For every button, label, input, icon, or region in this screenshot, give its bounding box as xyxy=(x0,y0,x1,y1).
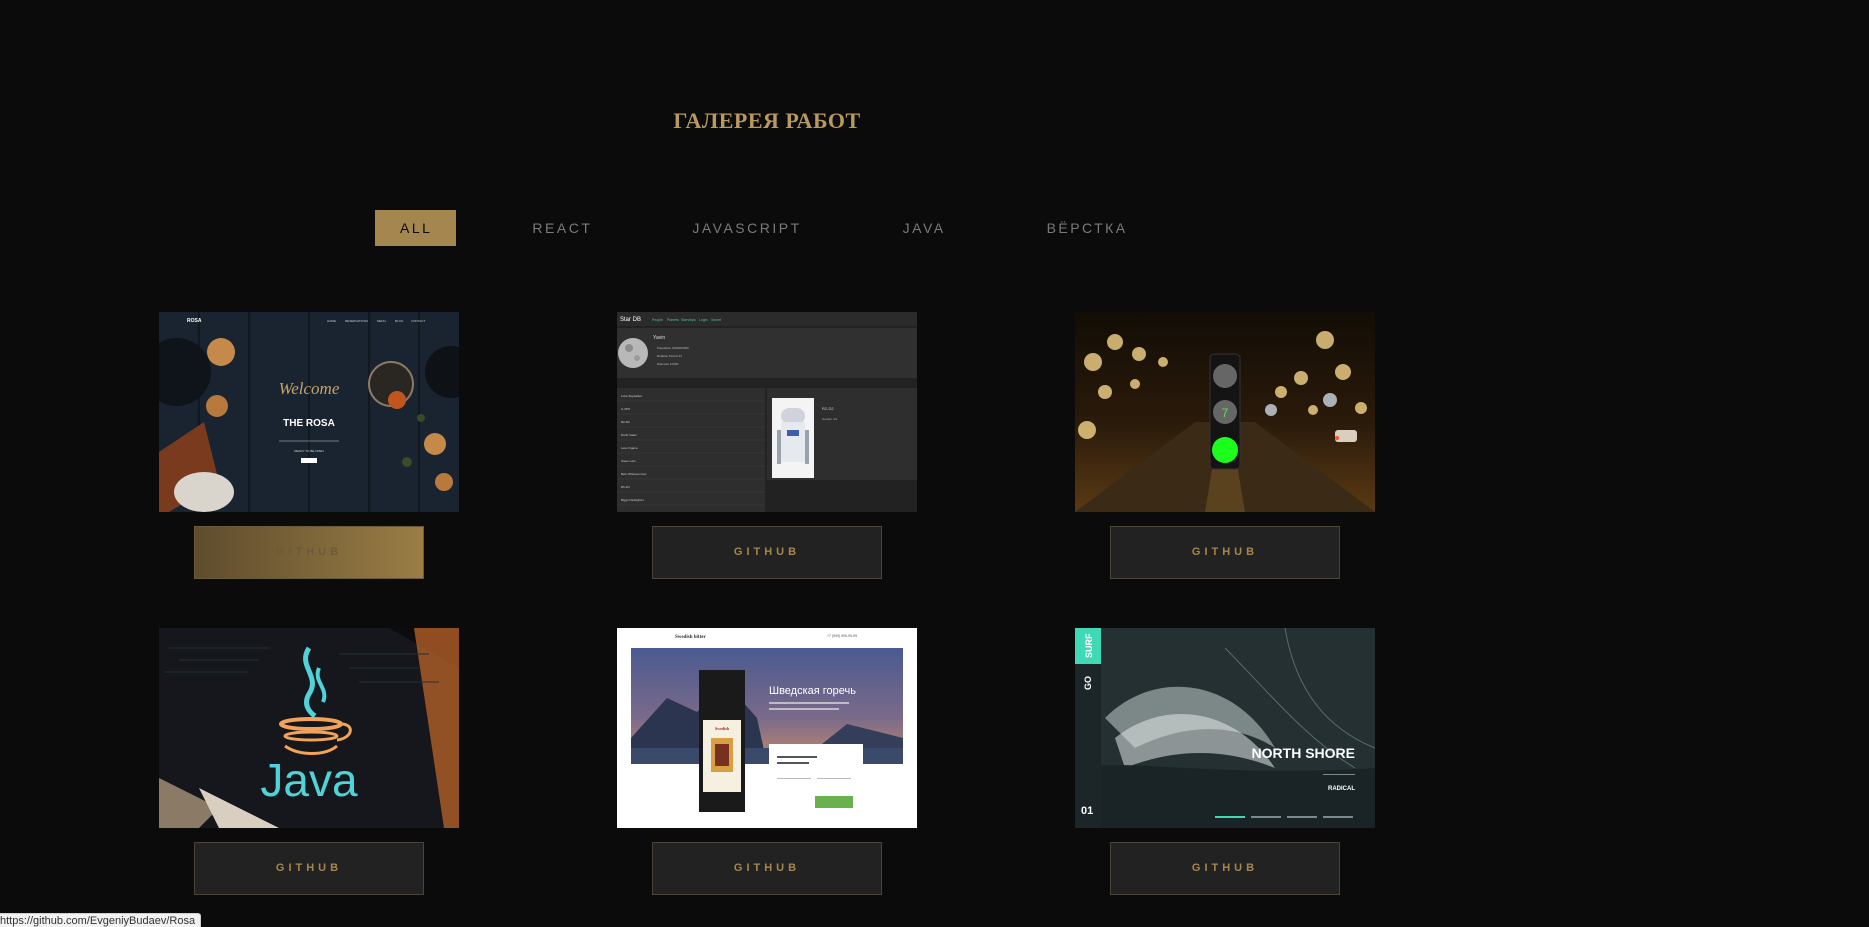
rosa-nav-5: CONTACT xyxy=(411,319,425,323)
stardb-nav-1: People xyxy=(652,318,663,322)
stardb-person: R5-D4 xyxy=(621,485,630,489)
filter-verstka[interactable]: ВЁРСТКА xyxy=(1047,210,1128,246)
stardb-brand: Star DB xyxy=(620,317,641,323)
rosa-nav-1: HOME xyxy=(327,319,336,323)
stardb-nav-5: Secret xyxy=(711,318,721,322)
stardb-person: Owen Lars xyxy=(621,459,636,463)
swedish-bitter-screenshot: Swedish bitter +7 (999) 999-99-99 Swedis… xyxy=(617,628,917,828)
filter-bar: ALL REACT JAVASCRIPT JAVA ВЁРСТКА xyxy=(375,210,1128,246)
stardb-droid-name: R2-D2 xyxy=(822,406,834,411)
stardb-planet-stat: Rotation Period 24 xyxy=(657,354,682,358)
github-button[interactable]: GITHUB xyxy=(1110,842,1340,895)
rosa-nav-4: BLOG xyxy=(395,319,404,323)
stardb-person: Darth Vader xyxy=(621,433,637,437)
rosa-screenshot: ROSA HOME RESERVATIONS MENU BLOG CONTACT… xyxy=(159,312,459,512)
stardb-person: R2-D2 xyxy=(621,420,630,424)
java-logo-text: Java xyxy=(260,754,358,806)
project-thumbnail[interactable]: 7 xyxy=(1075,312,1375,512)
rosa-brand: ROSA xyxy=(187,318,202,324)
rosa-nav-3: MENU xyxy=(377,319,386,323)
github-button[interactable]: GITHUB xyxy=(652,842,882,895)
rosa-welcome: Welcome xyxy=(279,379,340,398)
rosa-subheading: READY TO BE OPEN xyxy=(294,449,323,453)
stardb-planet-stat: Diameter 10200 xyxy=(657,362,679,366)
swedish-brand: Swedish bitter xyxy=(675,635,706,640)
rosa-heading: THE ROSA xyxy=(283,418,335,429)
stardb-person: Luke Skywalker xyxy=(621,394,642,398)
surf-screenshot: SURF GO 01 NORTH SHORE RADICAL xyxy=(1075,628,1375,828)
project-thumbnail[interactable]: ROSA HOME RESERVATIONS MENU BLOG CONTACT… xyxy=(159,312,459,512)
surf-badge: SURF xyxy=(1084,633,1094,658)
stardb-person: Beru Whitesun lars xyxy=(621,472,647,476)
page: ГАЛЕРЕЯ РАБОТ ALL REACT JAVASCRIPT JAVA … xyxy=(0,0,1869,927)
surf-number: 01 xyxy=(1081,805,1093,817)
swedish-phone: +7 (999) 999-99-99 xyxy=(827,634,857,638)
traffic-counter: 7 xyxy=(1222,406,1229,420)
filter-java[interactable]: JAVA xyxy=(903,210,946,246)
project-thumbnail[interactable]: SURF GO 01 NORTH SHORE RADICAL xyxy=(1075,628,1375,828)
stardb-person: C-3PO xyxy=(621,407,631,411)
stardb-nav-3: Starships xyxy=(681,318,696,322)
swedish-heading: Шведская горечь xyxy=(769,685,856,697)
rosa-nav-2: RESERVATIONS xyxy=(345,319,368,323)
github-button[interactable]: GITHUB xyxy=(1110,526,1340,579)
github-button[interactable]: GITHUB xyxy=(652,526,882,579)
project-thumbnail[interactable]: Swedish bitter +7 (999) 999-99-99 Swedis… xyxy=(617,628,917,828)
stardb-screenshot: Star DB People Planets Starships Login S… xyxy=(617,312,917,512)
filter-all[interactable]: ALL xyxy=(375,210,457,246)
github-button[interactable]: GITHUB xyxy=(194,526,424,579)
gallery-title: ГАЛЕРЕЯ РАБОТ xyxy=(673,108,861,133)
stardb-nav-2: Planets xyxy=(667,318,679,322)
surf-condition: RADICAL xyxy=(1328,786,1355,792)
surf-side-text: GO xyxy=(1083,676,1093,690)
filter-javascript[interactable]: JAVASCRIPT xyxy=(692,210,801,246)
stardb-person: Leia Organa xyxy=(621,446,638,450)
project-thumbnail[interactable]: Star DB People Planets Starships Login S… xyxy=(617,312,917,512)
stardb-planet-name: Yavin xyxy=(653,335,665,341)
java-screenshot: Java xyxy=(159,628,459,828)
traffic-light-screenshot: 7 xyxy=(1075,312,1375,512)
filter-react[interactable]: REACT xyxy=(532,210,592,246)
svg-text:Swedish: Swedish xyxy=(715,726,730,731)
link-status-bar: https://github.com/EvgeniyBudaev/Rosa xyxy=(0,913,202,927)
project-thumbnail[interactable]: Java xyxy=(159,628,459,828)
stardb-planet-stat: Population 1000000000 xyxy=(657,346,689,350)
github-button[interactable]: GITHUB xyxy=(194,842,424,895)
stardb-droid-detail: Gender n/a xyxy=(822,417,837,421)
stardb-person: Biggs Darklighter xyxy=(621,498,644,502)
stardb-nav-4: Login xyxy=(699,318,708,322)
surf-heading: NORTH SHORE xyxy=(1252,745,1355,761)
